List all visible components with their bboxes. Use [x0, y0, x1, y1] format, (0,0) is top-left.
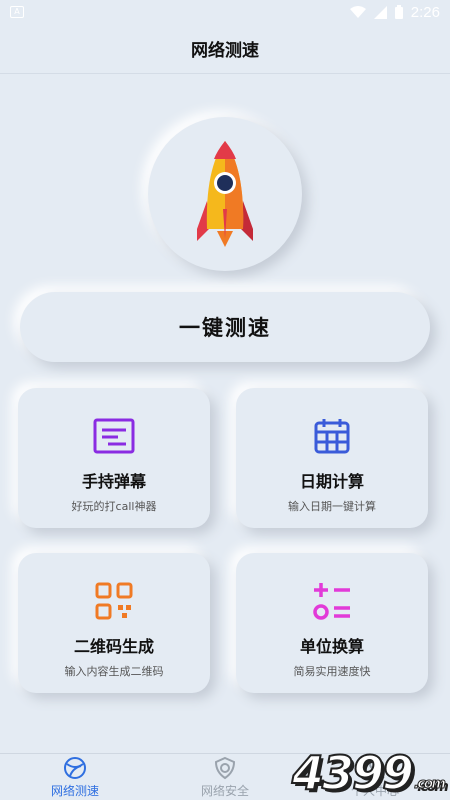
qrcode-icon	[92, 581, 136, 621]
signal-icon	[373, 5, 387, 19]
rocket-icon	[197, 141, 253, 247]
status-bar: A 2:26	[0, 0, 450, 24]
notification-icon: A	[10, 6, 24, 18]
card-title: 二维码生成	[73, 637, 154, 656]
watermark-logo: 4399 .com	[291, 744, 450, 800]
card-title: 日期计算	[299, 472, 364, 491]
screen-text-icon	[92, 416, 136, 456]
shield-icon	[214, 756, 236, 779]
speed-test-label: 一键测速	[179, 316, 271, 340]
card-title: 单位换算	[299, 637, 364, 656]
page-title: 网络测速	[191, 41, 259, 61]
rocket-circle[interactable]	[148, 117, 302, 271]
speed-test-button[interactable]: 一键测速	[20, 292, 430, 362]
card-title: 手持弹幕	[81, 472, 146, 491]
calendar-icon	[310, 416, 354, 456]
tab-label: 网络安全	[200, 783, 249, 798]
calculator-icon	[310, 581, 354, 621]
unit-convert-card[interactable]: 单位换算 简易实用速度快	[236, 553, 428, 693]
app-header: 网络测速	[0, 24, 450, 74]
tab-network-security[interactable]: 网络安全	[150, 756, 300, 799]
watermark-text: 4399	[291, 745, 415, 800]
qrcode-card[interactable]: 二维码生成 输入内容生成二维码	[18, 553, 210, 693]
clock: 2:26	[410, 3, 440, 21]
barrage-card[interactable]: 手持弹幕 好玩的打call神器	[18, 388, 210, 528]
card-subtitle: 好玩的打call神器	[71, 500, 157, 513]
card-subtitle: 输入日期一键计算	[288, 500, 376, 513]
watermark-suffix: .com	[414, 776, 447, 793]
card-subtitle: 简易实用速度快	[293, 665, 371, 678]
globe-icon	[64, 756, 86, 779]
card-subtitle: 输入内容生成二维码	[64, 665, 164, 678]
tab-speed-test[interactable]: 网络测速	[0, 756, 150, 799]
date-calc-card[interactable]: 日期计算 输入日期一键计算	[236, 388, 428, 528]
wifi-icon	[349, 5, 366, 18]
tab-label: 网络测速	[50, 783, 99, 798]
battery-icon	[394, 5, 403, 19]
